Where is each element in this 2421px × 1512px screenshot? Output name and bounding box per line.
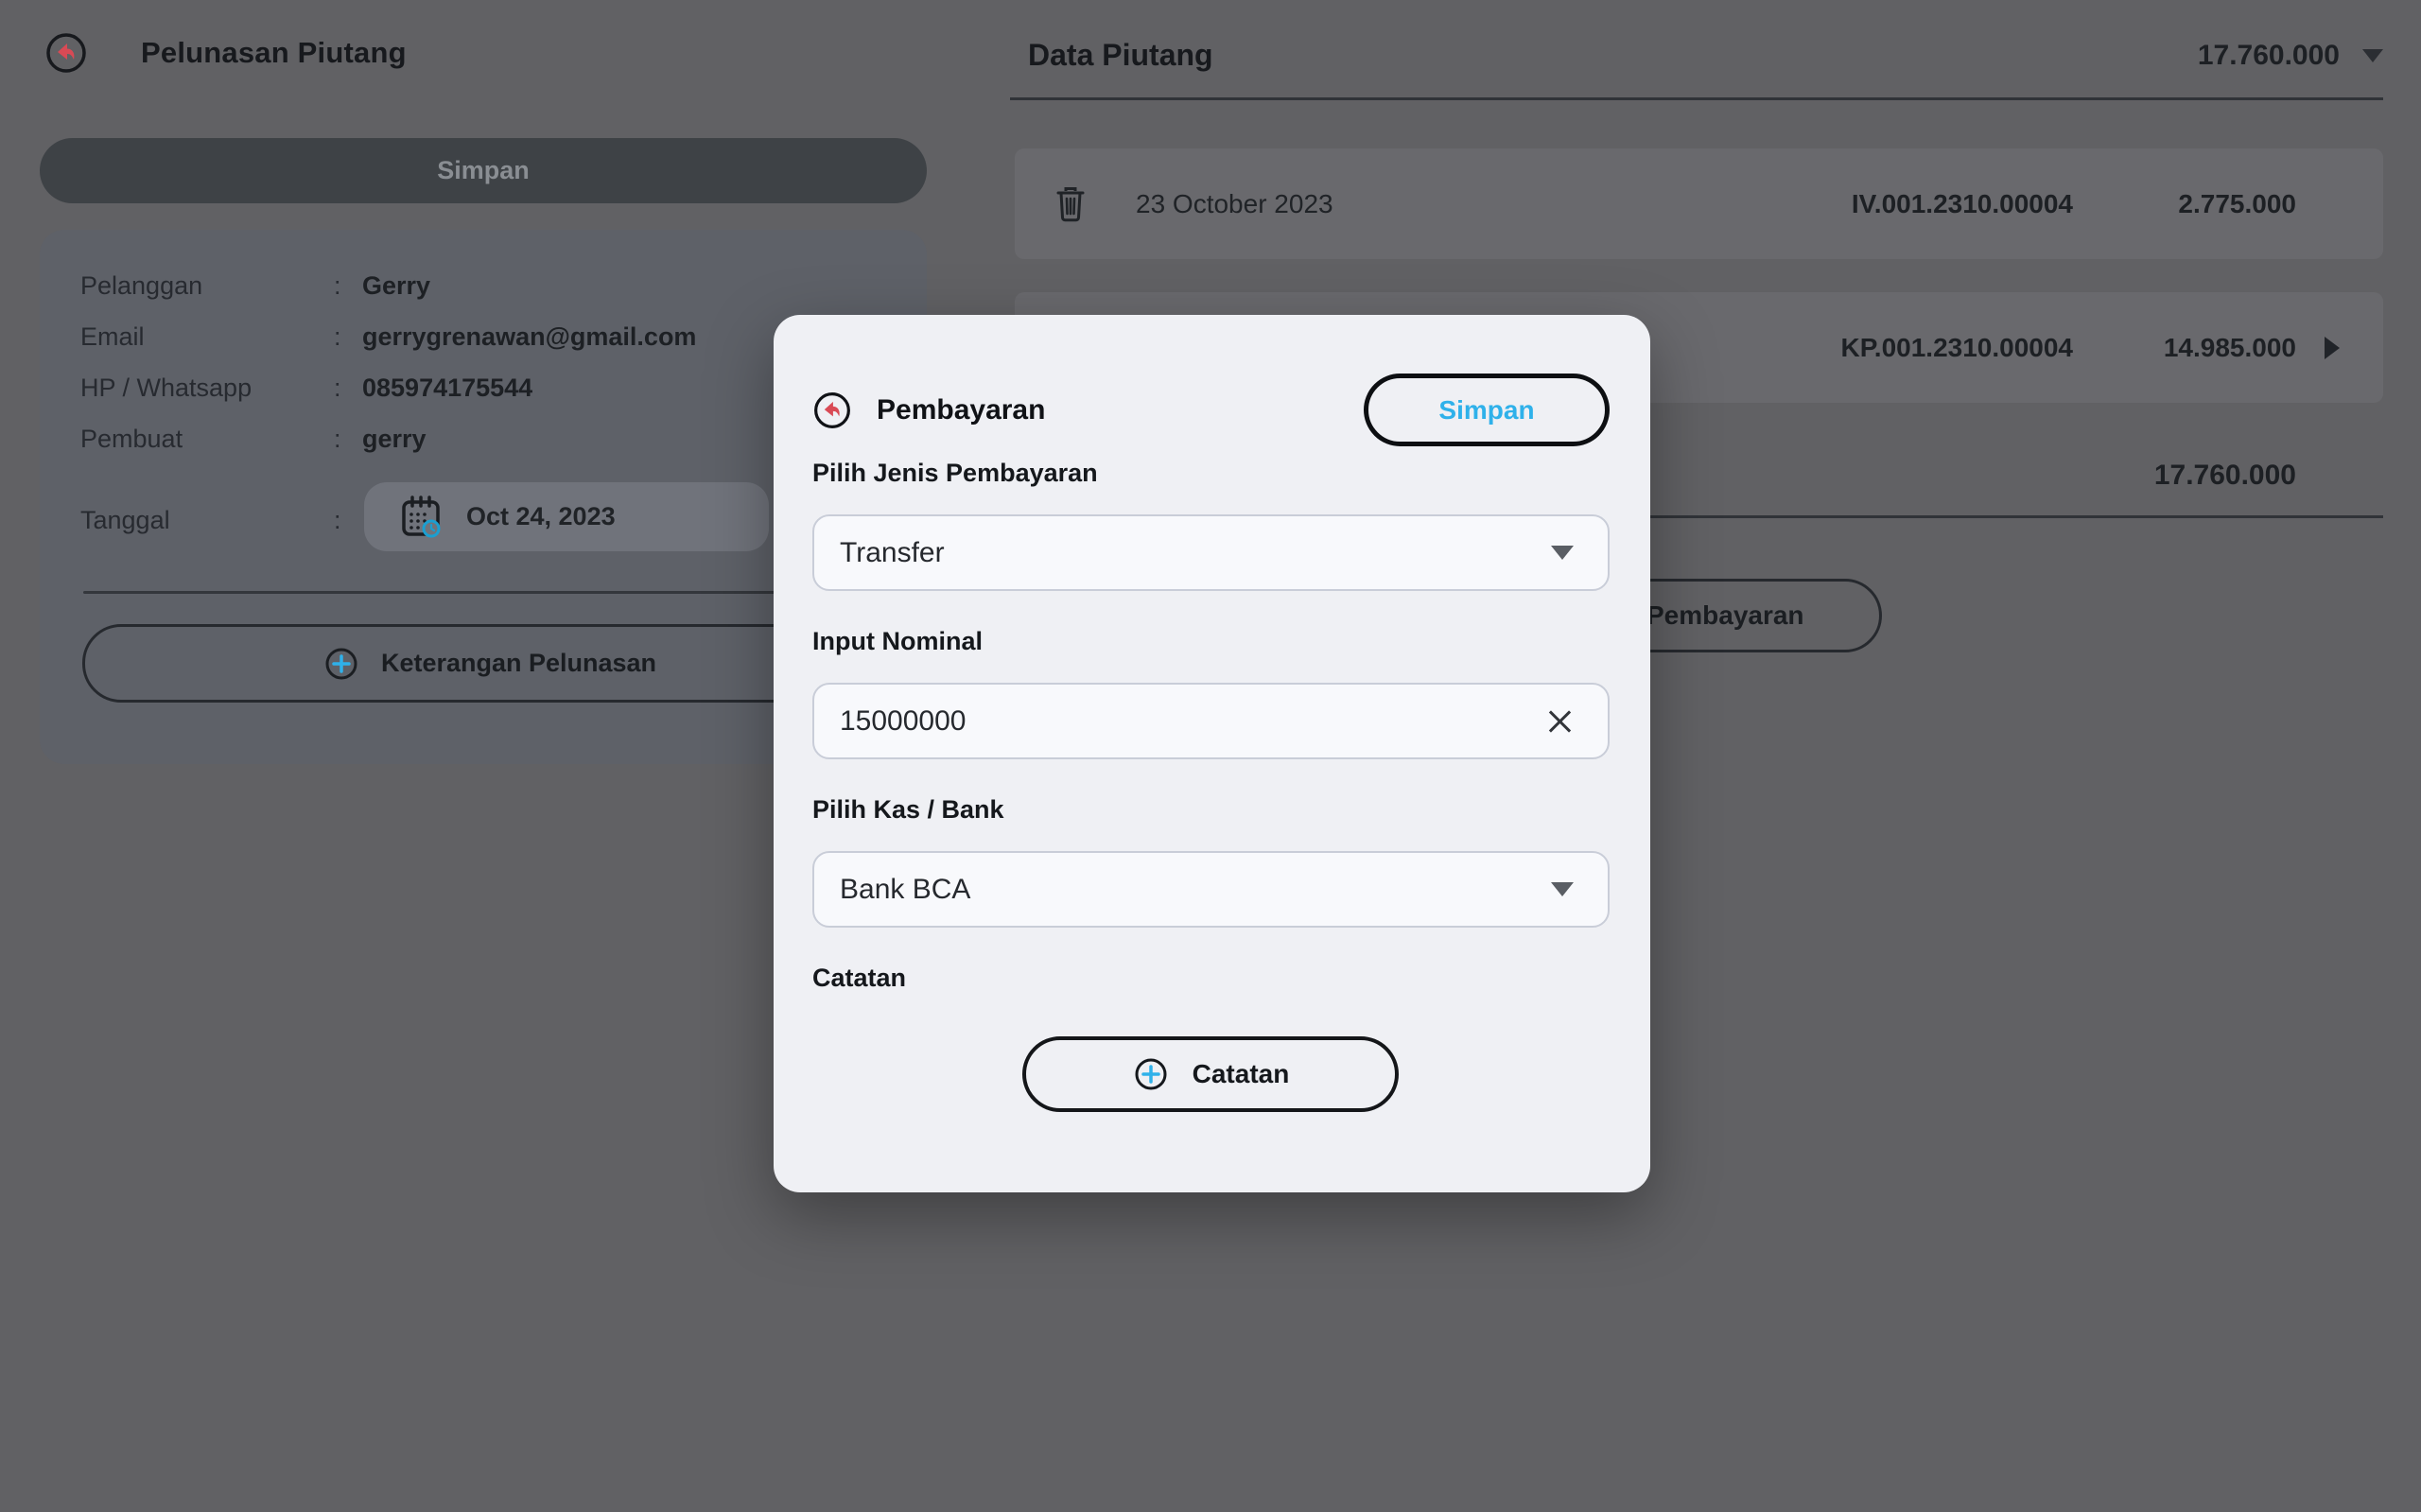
caret-down-icon[interactable] [2362, 49, 2383, 62]
catatan-button-label: Catatan [1193, 1059, 1290, 1089]
row-colon: : [334, 271, 362, 301]
row-value: gerry [362, 425, 427, 454]
data-piutang-title: Data Piutang [1028, 38, 1213, 73]
nominal-label: Input Nominal [812, 627, 983, 656]
nominal-input[interactable]: 15000000 [812, 683, 1610, 759]
back-icon[interactable] [812, 391, 852, 430]
row-value: gerrygrenawan@gmail.com [362, 322, 696, 352]
note-label: Catatan [812, 964, 906, 993]
bank-select[interactable]: Bank BCA [812, 851, 1610, 928]
plus-circle-icon [1132, 1055, 1170, 1093]
caret-down-icon [1551, 546, 1574, 560]
total-header-amount: 17.760.000 [2198, 40, 2340, 72]
bank-label: Pilih Kas / Bank [812, 795, 1004, 825]
row-value: Gerry [362, 271, 430, 301]
row-label: Email [80, 322, 334, 352]
modal-header: Pembayaran Simpan [812, 374, 1610, 446]
save-button-disabled[interactable]: Simpan [40, 138, 927, 203]
nominal-value: 15000000 [840, 705, 966, 738]
page-title: Pelunasan Piutang [141, 36, 407, 70]
row-colon: : [334, 425, 362, 454]
header-divider [1010, 97, 2383, 100]
row-label: Pelanggan [80, 271, 334, 301]
panel-divider [83, 591, 883, 594]
back-icon[interactable] [44, 31, 88, 75]
row-label: Pembuat [80, 425, 334, 454]
caret-down-icon [1551, 882, 1574, 896]
date-picker[interactable]: Oct 24, 2023 [364, 482, 769, 551]
keterangan-label: Keterangan Pelunasan [381, 649, 656, 678]
payment-type-label: Pilih Jenis Pembayaran [812, 459, 1098, 488]
page-header: Pelunasan Piutang [44, 31, 407, 75]
row-label: Tanggal [80, 506, 334, 535]
row-doc-number: KP.001.2310.00004 [1841, 333, 2074, 363]
plus-circle-icon [322, 645, 360, 683]
chevron-right-icon[interactable] [2325, 337, 2340, 359]
row-colon: : [334, 322, 362, 352]
row-doc-number: IV.001.2310.00004 [1852, 189, 2073, 219]
date-value: Oct 24, 2023 [466, 502, 616, 531]
pembayaran-modal: Pembayaran Simpan Pilih Jenis Pembayaran… [774, 315, 1650, 1192]
customer-row: HP / Whatsapp : 085974175544 [80, 374, 532, 403]
row-date: 23 October 2023 [1136, 189, 1333, 219]
row-amount: 14.985.000 [2126, 333, 2296, 363]
payment-type-select[interactable]: Transfer [812, 514, 1610, 591]
date-row: Tanggal : [80, 506, 362, 535]
row-colon: : [334, 374, 362, 403]
modal-save-button[interactable]: Simpan [1364, 374, 1610, 446]
row-value: 085974175544 [362, 374, 532, 403]
clear-x-icon[interactable] [1545, 707, 1574, 736]
row-colon: : [334, 506, 362, 535]
row-amount: 2.775.000 [2126, 189, 2296, 219]
catatan-button[interactable]: Catatan [1022, 1036, 1399, 1112]
payment-type-value: Transfer [840, 537, 945, 569]
receivable-row[interactable]: 23 October 2023 IV.001.2310.00004 2.775.… [1015, 148, 2383, 259]
customer-row: Pembuat : gerry [80, 425, 427, 454]
row-label: HP / Whatsapp [80, 374, 334, 403]
customer-row: Email : gerrygrenawan@gmail.com [80, 322, 696, 352]
trash-icon[interactable] [1056, 186, 1085, 222]
calendar-clock-icon [400, 495, 444, 540]
customer-row: Pelanggan : Gerry [80, 271, 430, 301]
modal-title: Pembayaran [877, 394, 1045, 426]
data-piutang-header: Data Piutang 17.760.000 [1010, 38, 2383, 73]
pembayaran-label: Pembayaran [1646, 600, 1804, 631]
bank-value: Bank BCA [840, 874, 970, 906]
